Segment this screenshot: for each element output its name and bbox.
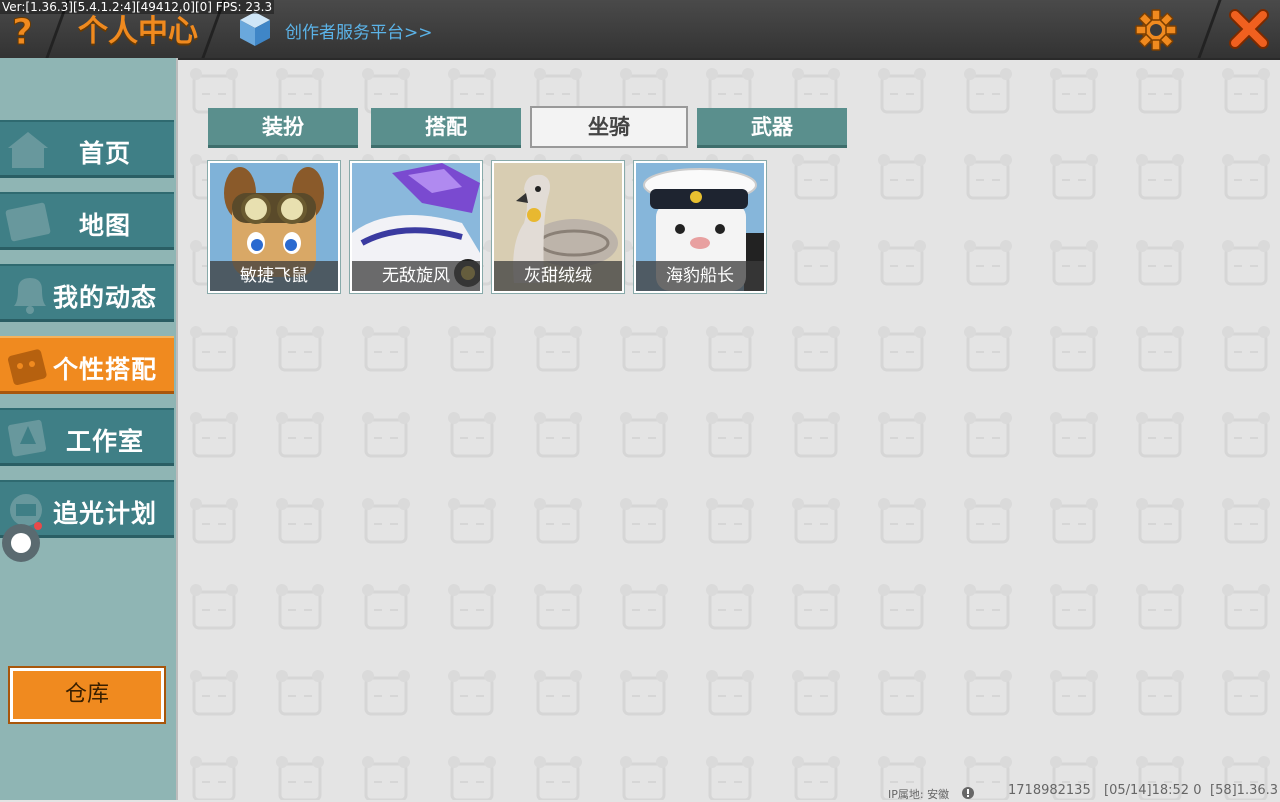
info-icon[interactable] [962,787,974,799]
sidebar-item-outfit[interactable]: 个性搭配 [0,336,174,394]
tab-weapon[interactable]: 武器 [697,108,847,148]
svg-text:?: ? [12,12,33,50]
notification-dot [34,522,42,530]
sidebar-item-activity[interactable]: 我的动态 [0,264,174,322]
mount-card[interactable]: 海豹船长 [633,160,767,294]
tab-combo[interactable]: 搭配 [371,108,521,148]
version-info: Ver:[1.36.3][5.4.1.2:4][49412,0][0] FPS:… [0,0,275,14]
floating-assist-button[interactable] [2,524,40,562]
mount-name: 灰甜绒绒 [494,261,622,291]
mount-name: 敏捷飞鼠 [210,261,338,291]
gear-icon[interactable] [1134,8,1178,52]
close-icon[interactable] [1226,6,1272,52]
user-id: 1718982135 [1008,783,1091,798]
mount-card[interactable]: 无敌旋风 [349,160,483,294]
sidebar: 首页 地图 我的动态 个性搭配 工作室 追光计划 仓库 [0,58,178,800]
creator-platform-link[interactable]: 创作者服务平台>> [285,18,433,43]
question-mark-icon: ? [12,12,34,51]
cube-icon [240,12,270,46]
mount-name: 无敌旋风 [352,261,480,291]
timestamp: [05/14]18:52 0 [1104,783,1202,798]
build-version: [58]1.36.3 [1210,783,1279,798]
divider [1197,0,1222,58]
mount-name: 海豹船长 [636,261,764,291]
mount-card[interactable]: 灰甜绒绒 [491,160,625,294]
sidebar-item-map[interactable]: 地图 [0,192,174,250]
warehouse-button[interactable]: 仓库 [8,666,166,724]
tab-outfit[interactable]: 装扮 [208,108,358,148]
sidebar-item-studio[interactable]: 工作室 [0,408,174,466]
main-content: 装扮 搭配 坐骑 武器 敏捷飞鼠 无敌旋风 灰甜绒绒 海豹船长 [178,60,1280,800]
mount-card[interactable]: 敏捷飞鼠 [207,160,341,294]
sidebar-item-home[interactable]: 首页 [0,120,174,178]
tab-mount[interactable]: 坐骑 [530,106,688,148]
top-bar: ? 个人中心 创作者服务平台>> Ver:[1.36.3][5.4.1.2:4]… [0,0,1280,60]
